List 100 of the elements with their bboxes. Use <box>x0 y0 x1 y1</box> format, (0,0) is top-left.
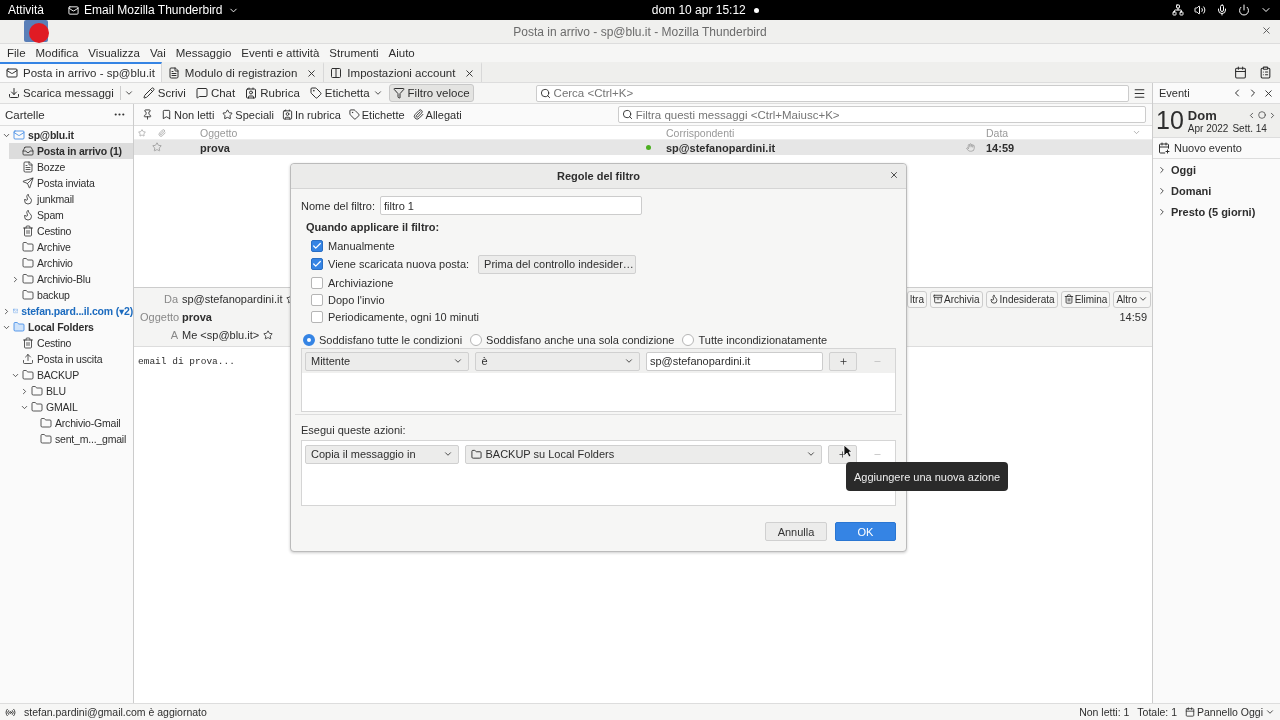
condition-field-dropdown[interactable]: Mittente <box>305 351 470 371</box>
task-list-icon[interactable] <box>1259 65 1272 79</box>
activities-button[interactable]: Attività <box>8 3 44 17</box>
chevron-right-icon[interactable] <box>2 306 11 316</box>
menu-item[interactable]: Strumenti <box>324 44 384 62</box>
message-action-button[interactable]: ltra <box>907 290 927 308</box>
next-icon[interactable] <box>1268 110 1277 120</box>
folder-item[interactable]: sent_m..._gmail <box>27 431 133 447</box>
calendar-icon[interactable] <box>1234 65 1247 79</box>
toolbar-button[interactable]: Scrivi <box>138 84 190 102</box>
filter-field[interactable]: Filtra questi messaggi <Ctrl+Maiusc+K> <box>617 106 1146 123</box>
folder-item[interactable]: Local Folders <box>0 319 133 335</box>
message-action-button[interactable]: Altro <box>1113 290 1151 308</box>
checkbox[interactable] <box>311 310 323 323</box>
folder-item[interactable]: sp@blu.it <box>0 127 133 143</box>
filter-toggle[interactable]: Speciali <box>220 108 276 121</box>
clock[interactable]: dom 10 apr 15:12 <box>651 3 746 17</box>
folder-item[interactable]: stefan.pard...il.com (▾2) <box>0 303 133 319</box>
flame-icon <box>22 193 34 205</box>
folder-item[interactable]: Archive <box>9 239 133 255</box>
checkbox[interactable] <box>311 293 323 306</box>
toolbar-button[interactable]: Chat <box>191 84 240 102</box>
today-icon[interactable] <box>1258 111 1266 119</box>
agenda-section[interactable]: Presto (5 giorni) <box>1153 201 1280 222</box>
star-icon[interactable] <box>152 141 162 152</box>
filter-name-field[interactable]: filtro 1 <box>380 196 642 215</box>
folder-item[interactable]: Posta inviata <box>9 175 133 191</box>
message-action-button[interactable]: Elimina <box>1060 290 1111 308</box>
microphone-icon[interactable] <box>1216 4 1228 16</box>
power-icon[interactable] <box>1238 4 1250 16</box>
chevron-right-icon[interactable] <box>11 274 20 284</box>
folder-item[interactable]: BACKUP <box>9 367 133 383</box>
filter-toggle[interactable]: Non letti <box>159 108 217 121</box>
radio-button[interactable] <box>303 334 315 346</box>
folder-item[interactable]: Cestino <box>9 223 133 239</box>
timing-dropdown[interactable]: Prima del controllo indesider… <box>478 254 637 274</box>
checkbox[interactable] <box>311 276 323 289</box>
folder-item[interactable]: Bozze <box>9 159 133 175</box>
agenda-section[interactable]: Oggi <box>1153 159 1280 180</box>
close-button[interactable] <box>888 169 900 181</box>
toolbar-button[interactable]: Rubrica <box>241 84 304 102</box>
folder-item[interactable]: Archivio <box>9 255 133 271</box>
tab[interactable]: Modulo di registrazion <box>161 62 325 82</box>
folder-item[interactable]: junkmail <box>9 191 133 207</box>
folder-item[interactable]: GMAIL <box>18 399 133 415</box>
network-icon[interactable] <box>1172 4 1184 16</box>
menu-item[interactable]: Visualizza <box>83 44 145 62</box>
menu-item[interactable]: Eventi e attività <box>236 44 325 62</box>
check-icon <box>312 240 322 251</box>
message-action-button[interactable]: Indesiderata <box>985 290 1058 308</box>
radio-option[interactable]: Tutte incondizionatamente <box>682 334 828 346</box>
menu-item[interactable]: Aiuto <box>383 44 420 62</box>
plus-icon <box>838 356 848 366</box>
folder-item[interactable]: BLU <box>18 383 133 399</box>
filter-toggle[interactable]: In rubrica <box>279 108 343 121</box>
volume-icon[interactable] <box>1194 4 1206 16</box>
condition-value-field[interactable]: sp@stefanopardini.it <box>645 351 823 371</box>
folder-item[interactable]: Posta in arrivo (1) <box>9 143 133 159</box>
folder-item[interactable]: Archivio-Blu <box>9 271 133 287</box>
app-menu[interactable]: Email Mozilla Thunderbird <box>68 3 239 17</box>
message-action-button[interactable]: Archivia <box>930 290 983 308</box>
folder-item[interactable]: Cestino <box>9 335 133 351</box>
radio-button[interactable] <box>470 334 483 346</box>
tab[interactable]: Posta in arrivo - sp@blu.it <box>0 62 162 82</box>
checkbox[interactable] <box>311 239 323 252</box>
folder-item[interactable]: backup <box>9 287 133 303</box>
chevron-right-icon[interactable] <box>20 386 29 396</box>
radio-button[interactable] <box>682 334 695 346</box>
filter-toggle[interactable]: Etichette <box>346 108 407 121</box>
menu-item[interactable]: Messaggio <box>170 44 237 62</box>
menu-item[interactable]: Modifica <box>30 44 84 62</box>
agenda-section[interactable]: Domani <box>1153 180 1280 201</box>
previous-icon[interactable] <box>1247 110 1256 120</box>
folder-dropdown[interactable]: BACKUP su Local Folders <box>465 444 823 464</box>
message-row[interactable]: prova sp@stefanopardini.it 14:59 <box>134 140 1152 155</box>
close-icon[interactable] <box>1263 87 1274 99</box>
search-field[interactable]: Cerca <Ctrl+K> <box>535 84 1129 102</box>
folder-item[interactable]: Posta in uscita <box>9 351 133 367</box>
folder-item[interactable]: Archivio-Gmail <box>27 415 133 431</box>
toolbar-button[interactable]: Filtro veloce <box>388 84 474 102</box>
folder-icon <box>31 385 43 397</box>
tab[interactable]: Impostazioni account <box>324 62 483 82</box>
ok-button[interactable]: OK <box>835 522 896 541</box>
close-icon[interactable] <box>464 67 476 79</box>
star-icon[interactable] <box>263 330 274 340</box>
menu-item[interactable]: Vai <box>144 44 171 62</box>
operator-dropdown[interactable]: è <box>475 351 640 371</box>
radio-option[interactable]: Soddisfano anche una sola condizione <box>470 334 675 346</box>
new-event-button[interactable]: Nuovo evento <box>1153 138 1280 159</box>
action-dropdown[interactable]: Copia il messaggio in <box>305 444 460 464</box>
mouse-pointer-icon <box>843 444 853 458</box>
filter-toggle[interactable]: Allegati <box>410 108 464 121</box>
checkbox[interactable] <box>311 258 323 270</box>
toolbar-button[interactable]: Etichetta <box>305 84 387 102</box>
close-icon[interactable] <box>306 67 318 79</box>
cancel-button[interactable]: Annulla <box>765 522 827 541</box>
toolbar-button[interactable]: Scarica messaggi <box>4 84 118 102</box>
menu-item[interactable]: File <box>2 44 31 62</box>
folder-item[interactable]: Spam <box>9 207 133 223</box>
today-pane-button[interactable]: Pannello Oggi <box>1185 706 1275 718</box>
